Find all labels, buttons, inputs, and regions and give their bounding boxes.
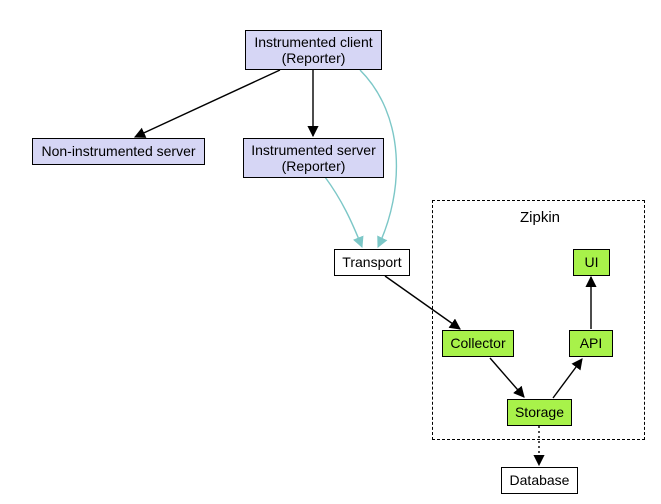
node-sublabel: (Reporter): [282, 50, 346, 66]
node-label: Collector: [450, 335, 505, 351]
node-non-instrumented-server: Non-instrumented server: [32, 138, 205, 165]
node-label: Database: [510, 472, 570, 488]
node-storage: Storage: [507, 399, 572, 426]
node-label: Non-instrumented server: [41, 143, 195, 159]
node-instrumented-client: Instrumented client (Reporter): [245, 30, 382, 70]
node-database: Database: [501, 467, 578, 494]
node-instrumented-server: Instrumented server (Reporter): [243, 138, 384, 178]
node-label: Instrumented client: [254, 34, 372, 50]
node-label: UI: [585, 254, 599, 270]
node-label: Transport: [342, 254, 401, 270]
node-label: Storage: [515, 404, 564, 420]
node-collector: Collector: [442, 330, 514, 357]
node-ui: UI: [573, 249, 610, 276]
architecture-diagram: Zipkin Instrumented client (Reporter) No…: [0, 0, 661, 504]
node-transport: Transport: [334, 249, 410, 276]
edge-server-to-transport: [325, 177, 362, 247]
node-sublabel: (Reporter): [282, 158, 346, 174]
edge-client-to-noninstrumented: [135, 70, 280, 137]
node-api: API: [569, 330, 613, 357]
node-label: API: [580, 335, 603, 351]
node-label: Instrumented server: [251, 142, 376, 158]
zipkin-group-label: Zipkin: [520, 209, 560, 226]
